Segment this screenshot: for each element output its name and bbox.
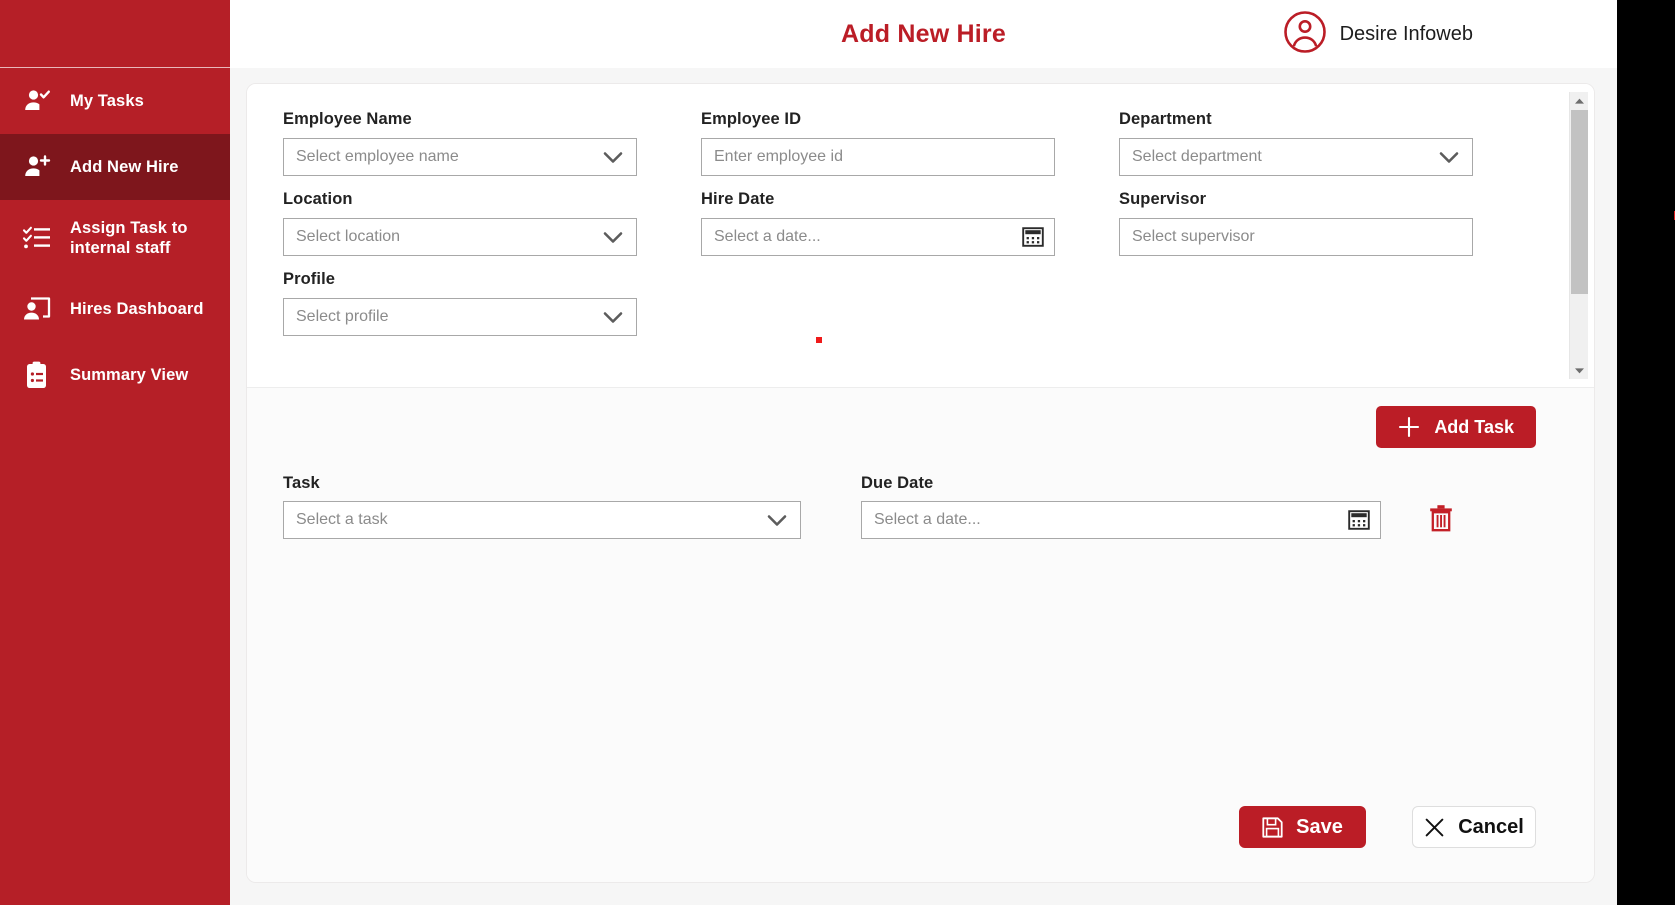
field-label: Supervisor [1119,190,1207,208]
main-pane: Add New Hire Desire Infoweb Employee Nam… [230,0,1617,905]
field-label: Location [283,190,353,208]
delete-task-cell [1381,503,1558,539]
location-placeholder: Select location [296,228,401,245]
close-x-icon [1424,817,1445,838]
content-area: Employee Name Select employee name Emplo… [230,68,1617,905]
sidebar-item-hires-dashboard[interactable]: Hires Dashboard [0,276,230,342]
scroll-up-arrow-icon[interactable] [1570,92,1589,109]
field-supervisor: Supervisor Select supervisor [1119,190,1473,256]
user-name-label: Desire Infoweb [1339,22,1473,45]
profile-placeholder: Select profile [296,308,389,325]
department-select[interactable]: Select department [1119,138,1473,176]
cancel-button[interactable]: Cancel [1412,806,1536,848]
plus-icon [1398,416,1420,438]
sidebar-item-assign-task[interactable]: Assign Task to internal staff [0,200,230,276]
due-date-column-label: Due Date [861,474,934,492]
sidebar-item-label: Assign Task to internal staff [70,218,188,257]
floppy-save-icon [1262,816,1283,838]
chevron-down-icon [600,224,626,250]
sidebar-item-label: Summary View [70,365,189,384]
department-placeholder: Select department [1132,148,1262,165]
field-employee-name: Employee Name Select employee name [283,110,637,176]
hire-details-form: Employee Name Select employee name Emplo… [283,110,1569,336]
field-label: Employee ID [701,110,802,128]
add-task-button[interactable]: Add Task [1376,406,1536,448]
field-label: Profile [283,270,336,288]
hire-date-input[interactable]: Select a date... [701,218,1055,256]
application-window: My Tasks Add New Hire Assign Task to int… [0,0,1617,905]
sidebar-logo-area [0,0,230,68]
chevron-down-icon [600,304,626,330]
top-header-bar: Add New Hire Desire Infoweb [230,0,1617,68]
hire-date-placeholder: Select a date... [714,228,821,245]
task-list-icon [22,223,52,253]
employee-id-input[interactable]: Enter employee id [701,138,1055,176]
text-caret-indicator [816,337,822,343]
field-department: Department Select department [1119,110,1473,176]
scroll-down-arrow-icon[interactable] [1570,362,1589,379]
calendar-icon[interactable] [1022,226,1044,248]
form-actions: Save Cancel [283,806,1558,882]
hire-details-form-region: Employee Name Select employee name Emplo… [247,84,1594,387]
trash-icon [1428,504,1454,535]
supervisor-placeholder: Select supervisor [1132,228,1255,245]
task-placeholder: Select a task [296,511,388,528]
delete-task-button[interactable] [1426,503,1456,535]
field-profile: Profile Select profile [283,270,637,336]
employee-name-placeholder: Select employee name [296,148,459,165]
user-account-chip[interactable]: Desire Infoweb [1283,10,1573,59]
form-vertical-scrollbar[interactable] [1569,92,1588,379]
sidebar-item-label: Add New Hire [70,157,179,176]
location-select[interactable]: Select location [283,218,637,256]
sidebar-item-my-tasks[interactable]: My Tasks [0,68,230,134]
field-location: Location Select location [283,190,637,256]
user-check-icon [22,86,52,116]
calendar-icon[interactable] [1348,509,1370,531]
due-date-input[interactable]: Select a date... [861,501,1381,539]
form-scroll-container: Employee Name Select employee name Emplo… [247,84,1569,387]
scrollbar-thumb[interactable] [1571,110,1588,294]
field-label: Department [1119,110,1212,128]
add-task-label: Add Task [1434,416,1514,437]
task-rows-container: Task Select a task Due Date Select a dat… [283,474,1558,539]
add-new-hire-card: Employee Name Select employee name Emplo… [246,83,1595,883]
user-screen-icon [22,294,52,324]
table-row: Task Select a task Due Date Select a dat… [283,474,1558,539]
chevron-down-icon [600,144,626,170]
due-date-cell: Due Date Select a date... [861,474,1381,539]
sidebar-item-label: My Tasks [70,91,144,110]
task-column-label: Task [283,474,320,492]
field-hire-date: Hire Date Select a date... [701,190,1055,256]
account-circle-icon [1283,10,1327,59]
employee-name-select[interactable]: Select employee name [283,138,637,176]
supervisor-input[interactable]: Select supervisor [1119,218,1473,256]
add-task-row: Add Task [283,406,1558,448]
screen-edge-strip [1617,0,1675,905]
chevron-down-icon [1436,144,1462,170]
user-plus-icon [22,152,52,182]
sidebar-item-label: Hires Dashboard [70,299,204,318]
profile-select[interactable]: Select profile [283,298,637,336]
employee-id-placeholder: Enter employee id [714,148,843,165]
sidebar-item-summary-view[interactable]: Summary View [0,342,230,408]
sidebar-navigation: My Tasks Add New Hire Assign Task to int… [0,0,230,905]
cancel-label: Cancel [1458,815,1524,838]
field-label: Employee Name [283,110,412,128]
task-assignment-region: Add Task Task Select a task Due Date Sel… [247,387,1594,882]
sidebar-item-add-new-hire[interactable]: Add New Hire [0,134,230,200]
field-label: Hire Date [701,190,775,208]
save-button[interactable]: Save [1239,806,1366,848]
task-select[interactable]: Select a task [283,501,801,539]
chevron-down-icon [764,507,790,533]
clipboard-list-icon [22,360,52,390]
field-employee-id: Employee ID Enter employee id [701,110,1055,176]
task-cell: Task Select a task [283,474,801,539]
due-date-placeholder: Select a date... [874,511,981,528]
save-label: Save [1296,815,1343,838]
